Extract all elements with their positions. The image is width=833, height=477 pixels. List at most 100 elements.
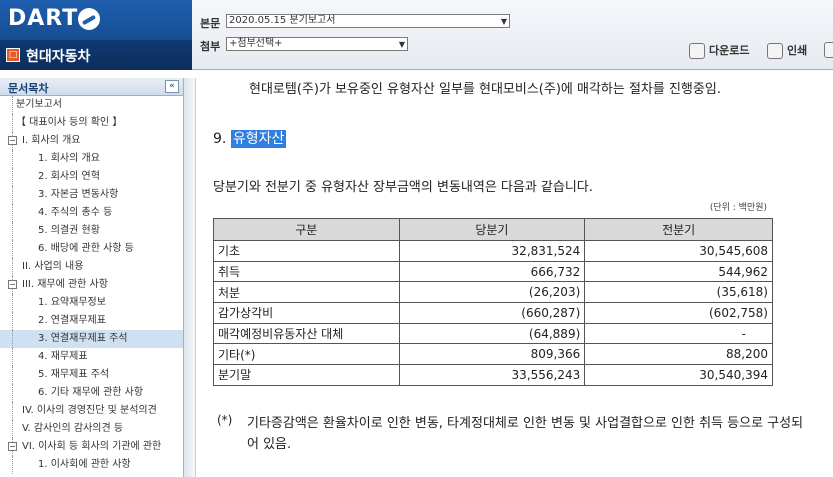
header-toolbar: 본문 2020.05.15 분기보고서 ▼ 첨부 +첨부선택+ ▼ 다운로드 인… [192, 0, 833, 70]
tree-guide-line [12, 312, 13, 330]
value-cell: 33,556,243 [398, 364, 586, 386]
table-row: 분기말 33,556,243 30,540,394 [213, 364, 773, 386]
tree-guide-line [12, 186, 13, 204]
row-label-cell: 기타(*) [213, 343, 400, 366]
toc-item-label: 1. 이사회에 관한 사항 [38, 459, 131, 470]
toc-item[interactable]: 3. 연결재무제표 주석 [0, 330, 183, 348]
toc-item[interactable]: 1. 이사회에 관한 사항 [0, 456, 183, 474]
main-report-select[interactable]: 2020.05.15 분기보고서 ▼ [226, 14, 510, 28]
toc-item[interactable]: 6. 기타 재무에 관한 사항 [0, 384, 183, 402]
value-cell: (35,618) [584, 281, 773, 304]
print-label: 인쇄 [787, 44, 808, 57]
more-tool-button[interactable] [824, 42, 833, 60]
brand-area: DART □ 현대자동차 [0, 0, 192, 70]
toc-item[interactable]: 1. 회사의 개요 [0, 150, 183, 168]
toc-item[interactable]: 【 대표이사 등의 확인 】 [0, 114, 183, 132]
toc-item-label: 1. 요약재무정보 [38, 297, 106, 308]
download-button[interactable]: 다운로드 [689, 42, 749, 60]
value-cell: 88,200 [584, 343, 773, 366]
toc-item[interactable]: V. 감사인의 감사의견 등 [0, 420, 183, 438]
toc-item[interactable]: 5. 재무제표 주석 [0, 366, 183, 384]
tree-guide-line [12, 366, 13, 384]
download-label: 다운로드 [709, 44, 750, 57]
row-label-cell: 처분 [213, 281, 400, 304]
sidebar-header: 문서목차 « [0, 78, 183, 96]
print-button[interactable]: 인쇄 [767, 42, 807, 60]
collapse-toggle-icon[interactable]: − [8, 442, 17, 451]
tree-guide-line [12, 402, 13, 420]
value-cell: 666,732 [398, 260, 586, 283]
section-heading: 9. 유형자산 [213, 128, 287, 148]
toc-item[interactable]: 6. 배당에 관한 사항 등 [0, 240, 183, 258]
toc-item[interactable]: − VI. 이사회 등 회사의 기관에 관한 [0, 438, 183, 456]
table-description: 당분기와 전분기 중 유형자산 장부금액의 변동내역은 다음과 같습니다. [213, 180, 593, 195]
header-cell: 당분기 [398, 218, 586, 241]
tree-guide-line [12, 420, 13, 438]
unit-label: (단위 : 백만원) [709, 203, 767, 213]
tree-guide-line [12, 96, 13, 114]
table-row: 취득 666,732 544,962 [213, 260, 773, 283]
doc-icon: □ [6, 48, 20, 62]
toc-item-label: 3. 자본금 변동사항 [38, 189, 119, 200]
toc-item[interactable]: 분기보고서 [0, 96, 183, 114]
toc-item-label: 1. 회사의 개요 [38, 153, 100, 164]
table-row: 처분 (26,203) (35,618) [213, 281, 773, 304]
toc-item-label: IV. 이사의 경영진단 및 분석의견 [22, 405, 157, 416]
value-cell: (64,889) [398, 322, 586, 345]
company-name: 현대자동차 [26, 49, 91, 65]
toc-item[interactable]: 1. 요약재무정보 [0, 294, 183, 312]
toc-tree: 분기보고서 【 대표이사 등의 확인 】 − I. 회사의 개요 1. 회사의 개요 2.… [0, 96, 183, 474]
intro-paragraph: 현대로템(주)가 보유중인 유형자산 일부를 현대모비스(주)에 매각하는 절차… [249, 82, 721, 97]
toc-item-label: I. 회사의 개요 [22, 135, 81, 146]
toc-item[interactable]: II. 사업의 내용 [0, 258, 183, 276]
toc-item[interactable]: IV. 이사의 경영진단 및 분석의견 [0, 402, 183, 420]
toc-item-label: III. 재무에 관한 사항 [22, 279, 108, 290]
tree-guide-line [12, 168, 13, 186]
footnote-mark: (*) [217, 413, 233, 427]
section-number: 9. [213, 131, 227, 147]
tree-guide-line [12, 384, 13, 402]
main-report-value: 2020.05.15 분기보고서 [229, 15, 336, 26]
toc-item[interactable]: − III. 재무에 관한 사항 [0, 276, 183, 294]
toc-item-label: 2. 연결재무제표 [38, 315, 106, 326]
tree-guide-line [12, 114, 13, 132]
toc-item[interactable]: 4. 주식의 총수 등 [0, 204, 183, 222]
toc-item-label: 5. 의결권 현황 [38, 225, 100, 236]
section-title-highlight: 유형자산 [230, 130, 287, 148]
tangible-assets-table: 구분 당분기 전분기 기초 32,831,524 30,545,608 취득 666,7… [213, 218, 773, 386]
tree-guide-line [12, 330, 13, 348]
table-row: 기초 32,831,524 30,545,608 [213, 240, 773, 262]
row-label-cell: 감가상각비 [213, 302, 400, 324]
value-cell: 809,366 [398, 343, 586, 366]
attach-label: 첨부 [200, 40, 221, 53]
collapse-toggle-icon[interactable]: − [8, 280, 17, 289]
dart-logo[interactable]: DART [8, 6, 78, 31]
toc-item-label: V. 감사인의 감사의견 등 [22, 423, 124, 434]
collapse-sidebar-button[interactable]: « [165, 80, 179, 93]
collapse-toggle-icon[interactable]: − [8, 136, 17, 145]
toc-item[interactable]: − I. 회사의 개요 [0, 132, 183, 150]
main-label: 본문 [200, 17, 221, 30]
header-cell: 전분기 [584, 218, 773, 241]
row-label-cell: 기초 [213, 240, 400, 262]
attachment-select[interactable]: +첨부선택+ ▼ [226, 37, 408, 51]
toc-item[interactable]: 4. 재무제표 [0, 348, 183, 366]
value-cell: - [584, 322, 773, 345]
tree-guide-line [12, 258, 13, 276]
toc-item[interactable]: 3. 자본금 변동사항 [0, 186, 183, 204]
table-body: 기초 32,831,524 30,545,608 취득 666,732 544,962 처분… [213, 240, 773, 386]
toc-item-label: VI. 이사회 등 회사의 기관에 관한 [22, 441, 162, 452]
header: DART □ 현대자동차 본문 2020.05.15 분기보고서 ▼ 첨부 +첨… [0, 0, 833, 70]
toc-item[interactable]: 2. 회사의 연혁 [0, 168, 183, 186]
toc-item-label: 분기보고서 [16, 99, 62, 110]
attachment-value: +첨부선택+ [229, 38, 283, 49]
toc-item[interactable]: 5. 의결권 현황 [0, 222, 183, 240]
tool-icon [824, 42, 833, 58]
tree-guide-line [12, 456, 13, 474]
sidebar-splitter[interactable] [184, 78, 196, 477]
toc-item[interactable]: 2. 연결재무제표 [0, 312, 183, 330]
company-bar: □ 현대자동차 [0, 40, 192, 70]
printer-icon [767, 43, 783, 59]
value-cell: 30,540,394 [584, 364, 773, 386]
table-row: 감가상각비 (660,287) (602,758) [213, 302, 773, 324]
